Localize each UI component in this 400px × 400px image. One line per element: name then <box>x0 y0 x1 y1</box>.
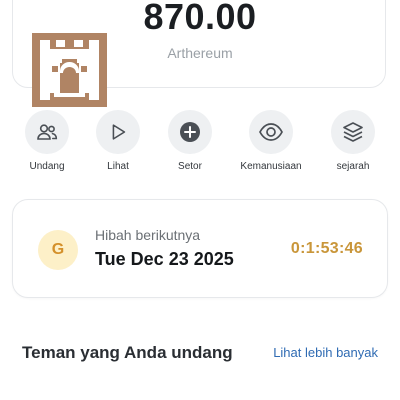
next-grant-card: G Hibah berikutnya Tue Dec 23 2025 0:1:5… <box>12 199 388 298</box>
invited-friends-title: Teman yang Anda undang <box>22 343 233 362</box>
invite-button[interactable]: Undang <box>7 108 87 178</box>
grant-countdown: 0:1:53:46 <box>290 240 363 257</box>
humanity-button[interactable]: Kemanusiaan <box>231 108 311 178</box>
grant-badge: G <box>38 230 78 270</box>
layers-icon <box>331 110 375 154</box>
humanity-label: Kemanusiaan <box>240 161 302 172</box>
deposit-label: Setor <box>178 161 202 172</box>
castle-gate-icon <box>32 33 107 107</box>
app-screen: 870.00 Arthereum Undang Lihat Setor Kema… <box>0 0 400 400</box>
history-label: sejarah <box>336 161 370 172</box>
plus-circle-icon <box>168 110 212 154</box>
watch-label: Lihat <box>107 161 129 172</box>
action-row: Undang Lihat Setor Kemanusiaan sejarah <box>0 108 400 178</box>
grant-title: Hibah berikutnya <box>95 227 201 243</box>
history-button[interactable]: sejarah <box>313 108 393 178</box>
invite-label: Undang <box>29 161 65 172</box>
users-icon <box>25 110 69 154</box>
deposit-button[interactable]: Setor <box>150 108 230 178</box>
play-icon <box>96 110 140 154</box>
eye-icon <box>249 110 293 154</box>
grant-date: Tue Dec 23 2025 <box>95 249 234 269</box>
see-more-link[interactable]: Lihat lebih banyak <box>273 345 378 360</box>
watch-button[interactable]: Lihat <box>78 108 158 178</box>
